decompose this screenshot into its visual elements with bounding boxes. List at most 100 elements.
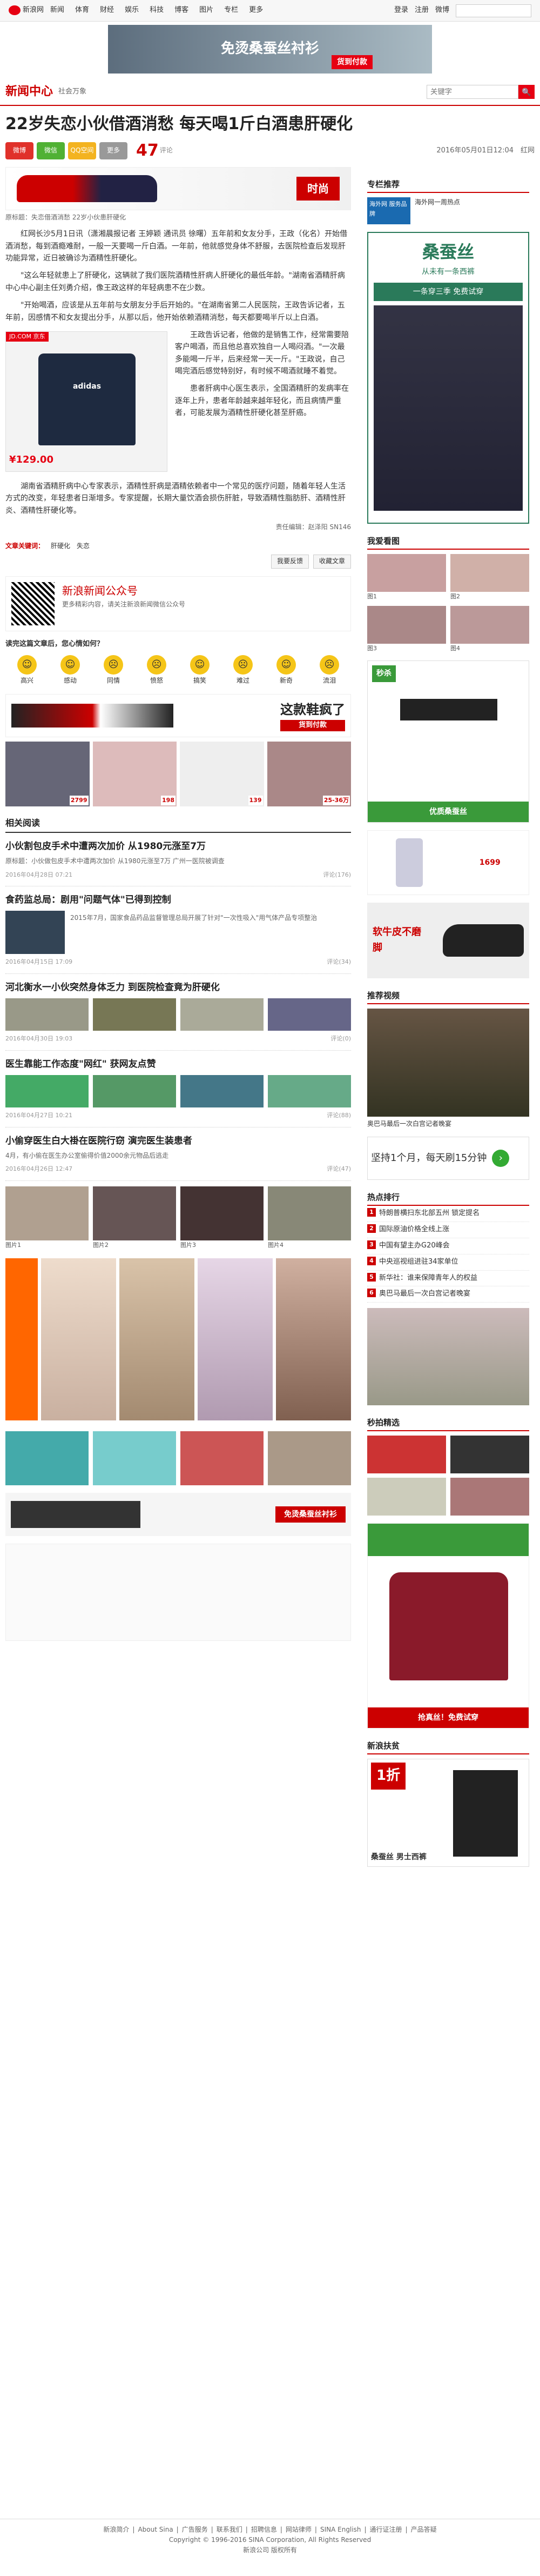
mood-item[interactable]: ☹ 同情 — [104, 655, 123, 686]
image-cell[interactable] — [5, 1431, 89, 1486]
hot-item[interactable]: 5 新华社：谁来保障青年人的权益 — [367, 1271, 529, 1287]
nav-item[interactable]: 专栏 — [224, 5, 238, 16]
shirt-ad[interactable]: JD.COM 京东 adidas ¥129.00 — [5, 331, 167, 472]
top-banner-ad[interactable]: 免烫桑蚕丝衬衫 货到付款 — [108, 25, 432, 74]
second-item[interactable] — [450, 1436, 529, 1474]
side-rec-item[interactable]: 海外网 服务品牌 海外网一周热点 — [367, 197, 529, 224]
comment-count[interactable]: 47 — [136, 138, 159, 164]
nav-item[interactable]: 财经 — [100, 5, 114, 16]
tag-link[interactable]: 肝硬化 — [51, 541, 70, 551]
second-item[interactable] — [367, 1436, 446, 1474]
share-qzone-button[interactable]: QQ空间 — [68, 142, 96, 159]
footer-link[interactable]: SINA English — [320, 2525, 361, 2535]
footer-link[interactable]: 招聘信息 — [251, 2525, 277, 2535]
nav-item[interactable]: 更多 — [249, 5, 263, 16]
mood-item[interactable]: ☺ 新奇 — [276, 655, 296, 686]
image-cell[interactable]: 图片3 — [180, 1186, 264, 1250]
related-item[interactable]: 小伙割包皮手术中遭两次加价 从1980元涨至7万 原标题：小伙做包皮手术中遭两次… — [5, 833, 351, 887]
image-cell[interactable]: 图片4 — [268, 1186, 351, 1250]
tag-link[interactable]: 失恋 — [77, 541, 90, 551]
hot-image[interactable] — [367, 1308, 529, 1406]
related-title[interactable]: 食药监总局：剧用"问题气体"已得到控制 — [5, 893, 351, 907]
related-title[interactable]: 河北衡水一小伙突然身体乏力 到医院检查竟为肝硬化 — [5, 980, 351, 995]
image-cell[interactable] — [180, 1431, 264, 1486]
nav-item[interactable]: 新闻 — [50, 5, 64, 16]
phone-ad[interactable]: 1699 — [367, 830, 529, 896]
search-input[interactable] — [427, 85, 518, 99]
mid-ad-button[interactable]: 货到付款 — [280, 720, 345, 732]
side-pic[interactable]: 图3 — [367, 605, 446, 653]
silk-shirt-ad[interactable]: 抢真丝！免费试穿 — [367, 1523, 529, 1729]
belt-ad[interactable]: 秒杀 优质桑蚕丝 — [367, 660, 529, 823]
channel-logo[interactable]: 新闻中心 — [5, 82, 53, 101]
nav-item[interactable]: 娱乐 — [125, 5, 139, 16]
nav-item[interactable]: 科技 — [150, 5, 164, 16]
footer-link[interactable]: 网站律师 — [286, 2525, 312, 2535]
share-weibo-button[interactable]: 微博 — [5, 142, 33, 159]
register-link[interactable]: 注册 — [415, 5, 429, 16]
image-cell[interactable]: 图片2 — [93, 1186, 176, 1250]
hot-item[interactable]: 6 奥巴马最后一次白宫记者晚宴 — [367, 1286, 529, 1303]
mood-item[interactable]: ☹ 难过 — [233, 655, 253, 686]
side-pic[interactable]: 图4 — [450, 605, 529, 653]
related-item[interactable]: 小偷穿医生白大褂在医院行窃 演完医生装患者 4月，有小偷在医生办公室偷得价值20… — [5, 1127, 351, 1181]
video-thumb[interactable] — [367, 1009, 529, 1117]
footer-link[interactable]: 联系我们 — [217, 2525, 242, 2535]
video-caption[interactable]: 奥巴马最后一次白宫记者晚宴 — [367, 1119, 529, 1129]
side-pic[interactable]: 图2 — [450, 554, 529, 602]
nav-item[interactable]: 博客 — [174, 5, 188, 16]
footer-link[interactable]: 广告服务 — [182, 2525, 208, 2535]
image-cell[interactable] — [93, 1431, 176, 1486]
nav-item[interactable]: 体育 — [75, 5, 89, 16]
mood-item[interactable]: ☺ 感动 — [60, 655, 80, 686]
arrow-right-icon[interactable]: › — [492, 1150, 510, 1167]
hot-item[interactable]: 4 中央巡视组进驻34家单位 — [367, 1254, 529, 1271]
footer-link[interactable]: 通行证注册 — [370, 2525, 402, 2535]
product-item[interactable]: 2799 — [5, 741, 90, 806]
nav-item[interactable]: 图片 — [199, 5, 213, 16]
hot-item[interactable]: 3 中国有望主办G20峰会 — [367, 1238, 529, 1254]
product-item[interactable]: 198 — [92, 741, 177, 806]
second-item[interactable] — [367, 1478, 446, 1516]
share-wechat-button[interactable]: 微信 — [37, 142, 65, 159]
stock-ad[interactable]: 坚持1个月，每天刷15分钟 › — [367, 1137, 529, 1180]
side-sangcansi-ad[interactable]: 桑蚕丝 从未有一条西裤 一条穿三季 免费试穿 — [367, 232, 529, 524]
sina-logo[interactable]: 新浪网 — [9, 5, 44, 16]
mulberry-ad[interactable]: 1折 桑蚕丝 男士西裤 — [367, 1759, 529, 1867]
mood-item[interactable]: ☺ 高兴 — [17, 655, 37, 686]
related-item[interactable]: 河北衡水一小伙突然身体乏力 到医院检查竟为肝硬化 2016年04月30日 19:… — [5, 974, 351, 1051]
shoe-ad[interactable]: 时尚 — [5, 167, 351, 210]
weibo-link[interactable]: 微博 — [435, 5, 449, 16]
mood-item[interactable]: ☹ 愤怒 — [147, 655, 166, 686]
login-link[interactable]: 登录 — [394, 5, 408, 16]
comment-label[interactable]: 评论 — [160, 145, 173, 156]
mood-item[interactable]: ☺ 搞笑 — [190, 655, 210, 686]
related-item[interactable]: 食药监总局：剧用"问题气体"已得到控制 2015年7月，国家食品药品监督管理总局… — [5, 886, 351, 974]
image-cell[interactable] — [268, 1431, 351, 1486]
footer-link[interactable]: 产品答疑 — [411, 2525, 437, 2535]
related-title[interactable]: 小伙割包皮手术中遭两次加价 从1980元涨至7万 — [5, 839, 351, 854]
favorite-button[interactable]: 收藏文章 — [313, 555, 351, 569]
mood-item[interactable]: ☹ 流泪 — [320, 655, 339, 686]
banner-button[interactable]: 货到付款 — [332, 55, 373, 69]
related-item[interactable]: 医生靠能工作态度"网红" 获网友点赞 2016年04月27日 10:21 评论(8… — [5, 1051, 351, 1127]
pants-ad[interactable]: 免烫桑蚕丝衬衫 — [5, 1493, 351, 1537]
related-title[interactable]: 医生靠能工作态度"网红" 获网友点赞 — [5, 1057, 351, 1072]
second-item[interactable] — [450, 1478, 529, 1516]
rec-text[interactable]: 海外网一周热点 — [415, 197, 460, 224]
footer-link[interactable]: About Sina — [138, 2525, 173, 2535]
search-button[interactable]: 🔍 — [518, 85, 535, 99]
share-more-button[interactable]: 更多 — [99, 142, 127, 159]
image-cell[interactable]: 图片1 — [5, 1186, 89, 1250]
side-pic[interactable]: 图1 — [367, 554, 446, 602]
product-item[interactable]: 25-36万 — [267, 741, 351, 806]
channel-sub[interactable]: 社会万象 — [58, 86, 86, 98]
leather-shoe-ad[interactable]: 软牛皮不磨脚 — [367, 903, 529, 979]
hot-item[interactable]: 2 国际原油价格全线上涨 — [367, 1222, 529, 1238]
fashion-ad[interactable] — [5, 1258, 351, 1421]
feedback-button[interactable]: 我要反馈 — [271, 555, 309, 569]
related-title[interactable]: 小偷穿医生白大褂在医院行窃 演完医生装患者 — [5, 1134, 351, 1149]
footer-link[interactable]: 新浪简介 — [103, 2525, 129, 2535]
top-search-box[interactable] — [456, 4, 531, 17]
mid-shoe-ad[interactable]: 这款鞋疯了 货到付款 — [5, 693, 351, 737]
